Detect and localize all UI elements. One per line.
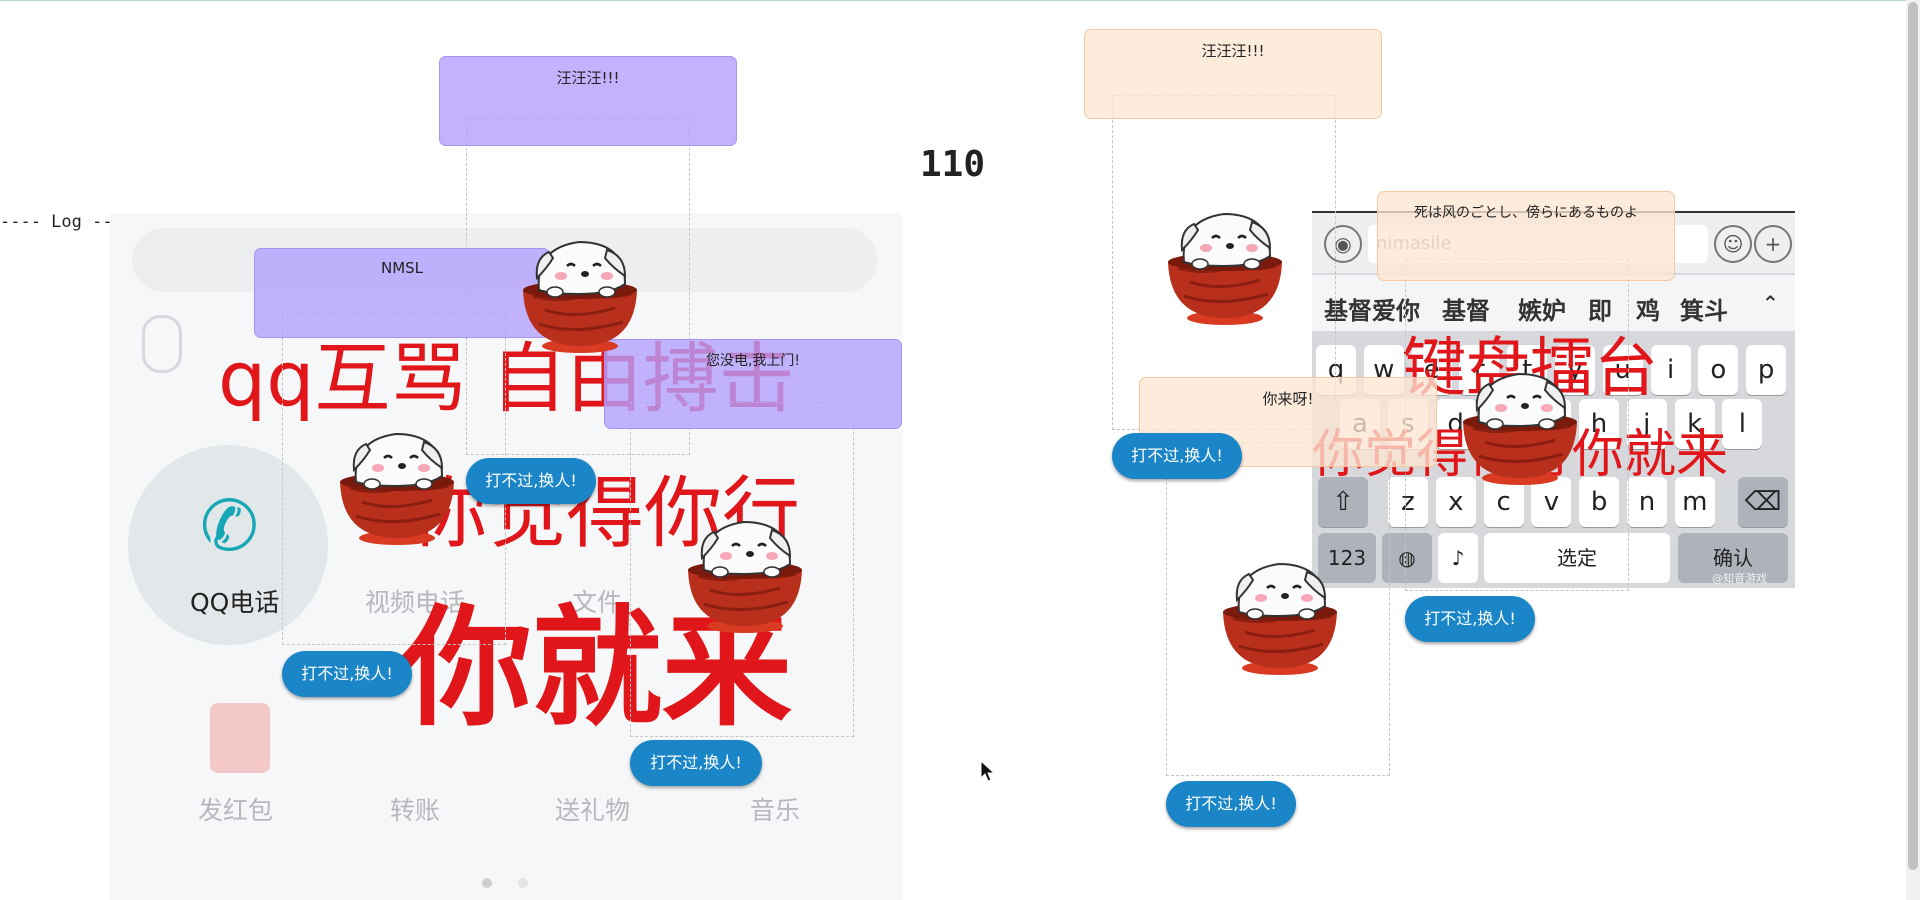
swap-fighter-button[interactable]: 打不过,换人! <box>1112 433 1242 479</box>
speech-bubble: 汪汪汪!!! <box>1084 29 1382 119</box>
swap-fighter-button[interactable]: 打不过,换人! <box>282 651 412 697</box>
puppy-bowl-fighter[interactable] <box>332 420 462 550</box>
phone-icon: ✆ <box>200 485 259 567</box>
collapse-chevron-icon: ⌃ <box>1762 291 1779 315</box>
plus-icon: + <box>1754 225 1792 263</box>
speech-bubble: 您没电,我上门! <box>604 339 902 429</box>
label-send-gift: 送礼物 <box>555 796 631 825</box>
scrollbar-thumb[interactable] <box>1908 2 1918 870</box>
puppy-bowl-fighter[interactable] <box>1215 550 1345 680</box>
puppy-bowl-fighter[interactable] <box>1160 200 1290 330</box>
label-qq-call: QQ电话 <box>190 588 280 617</box>
log-label: ---- Log -- <box>0 212 113 232</box>
puppy-bowl-fighter[interactable] <box>680 508 810 638</box>
suggestion: 鸡 <box>1636 297 1660 325</box>
vertical-scrollbar[interactable] <box>1906 0 1920 900</box>
label-music: 音乐 <box>750 796 801 825</box>
mic-icon <box>142 315 182 373</box>
puppy-bowl-fighter[interactable] <box>515 228 645 358</box>
page-dot <box>482 878 492 888</box>
suggestion: 箕斗 <box>1680 297 1728 325</box>
keyboard-key: p <box>1746 345 1787 395</box>
keyboard-key: o <box>1698 345 1739 395</box>
swap-fighter-button[interactable]: 打不过,换人! <box>630 740 762 786</box>
label-red-packet: 发红包 <box>198 796 274 825</box>
swap-fighter-button[interactable]: 打不过,换人! <box>1166 781 1296 827</box>
score-counter: 110 <box>920 144 986 185</box>
mouse-cursor-icon <box>980 760 996 782</box>
emoji-icon: ☺ <box>1714 225 1752 263</box>
top-border <box>0 0 1920 1</box>
speech-bubble: 汪汪汪!!! <box>439 56 737 146</box>
keyboard-key: l <box>1722 399 1763 449</box>
label-transfer: 转账 <box>390 796 441 825</box>
speech-bubble: 死は风のごとし、傍らにあるものよ <box>1377 191 1675 281</box>
speech-bubble: NMSL <box>254 248 550 338</box>
watermark: @知音游戏 <box>1712 572 1767 585</box>
swap-fighter-button[interactable]: 打不过,换人! <box>1405 596 1535 642</box>
swap-fighter-button[interactable]: 打不过,换人! <box>466 458 596 504</box>
backspace-key: ⌫ <box>1738 477 1788 527</box>
red-packet-icon <box>210 703 270 773</box>
puppy-bowl-fighter[interactable] <box>1455 360 1585 490</box>
page-dot <box>518 878 528 888</box>
